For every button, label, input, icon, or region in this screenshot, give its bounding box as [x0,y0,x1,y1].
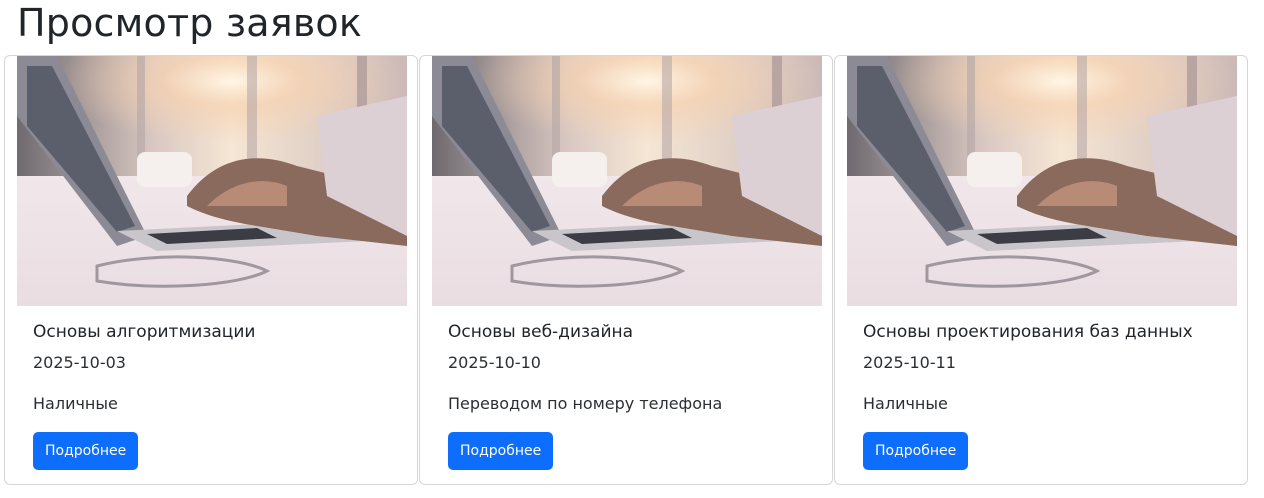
page-title: Просмотр заявок [17,1,363,45]
card-payment-method: Наличные [863,394,948,413]
card-title: Основы веб-дизайна [448,322,634,342]
card-title: Основы проектирования баз данных [863,322,1193,342]
card-title: Основы алгоритмизации [33,322,256,342]
laptop-photo [847,56,1237,306]
requests-card-list: Основы алгоритмизации 2025-10-03 Наличны… [4,55,1248,485]
details-button[interactable]: Подробнее [33,432,139,470]
laptop-photo [432,56,822,306]
card-date: 2025-10-11 [863,353,956,372]
request-card: Основы веб-дизайна 2025-10-10 Переводом … [419,55,833,485]
card-date: 2025-10-10 [448,353,541,372]
card-payment-method: Переводом по номеру телефона [448,394,723,413]
card-payment-method: Наличные [33,394,118,413]
laptop-photo [17,56,407,306]
request-card: Основы проектирования баз данных 2025-10… [834,55,1248,485]
card-date: 2025-10-03 [33,353,126,372]
request-card: Основы алгоритмизации 2025-10-03 Наличны… [4,55,418,485]
details-button[interactable]: Подробнее [863,432,969,470]
details-button[interactable]: Подробнее [448,432,554,470]
